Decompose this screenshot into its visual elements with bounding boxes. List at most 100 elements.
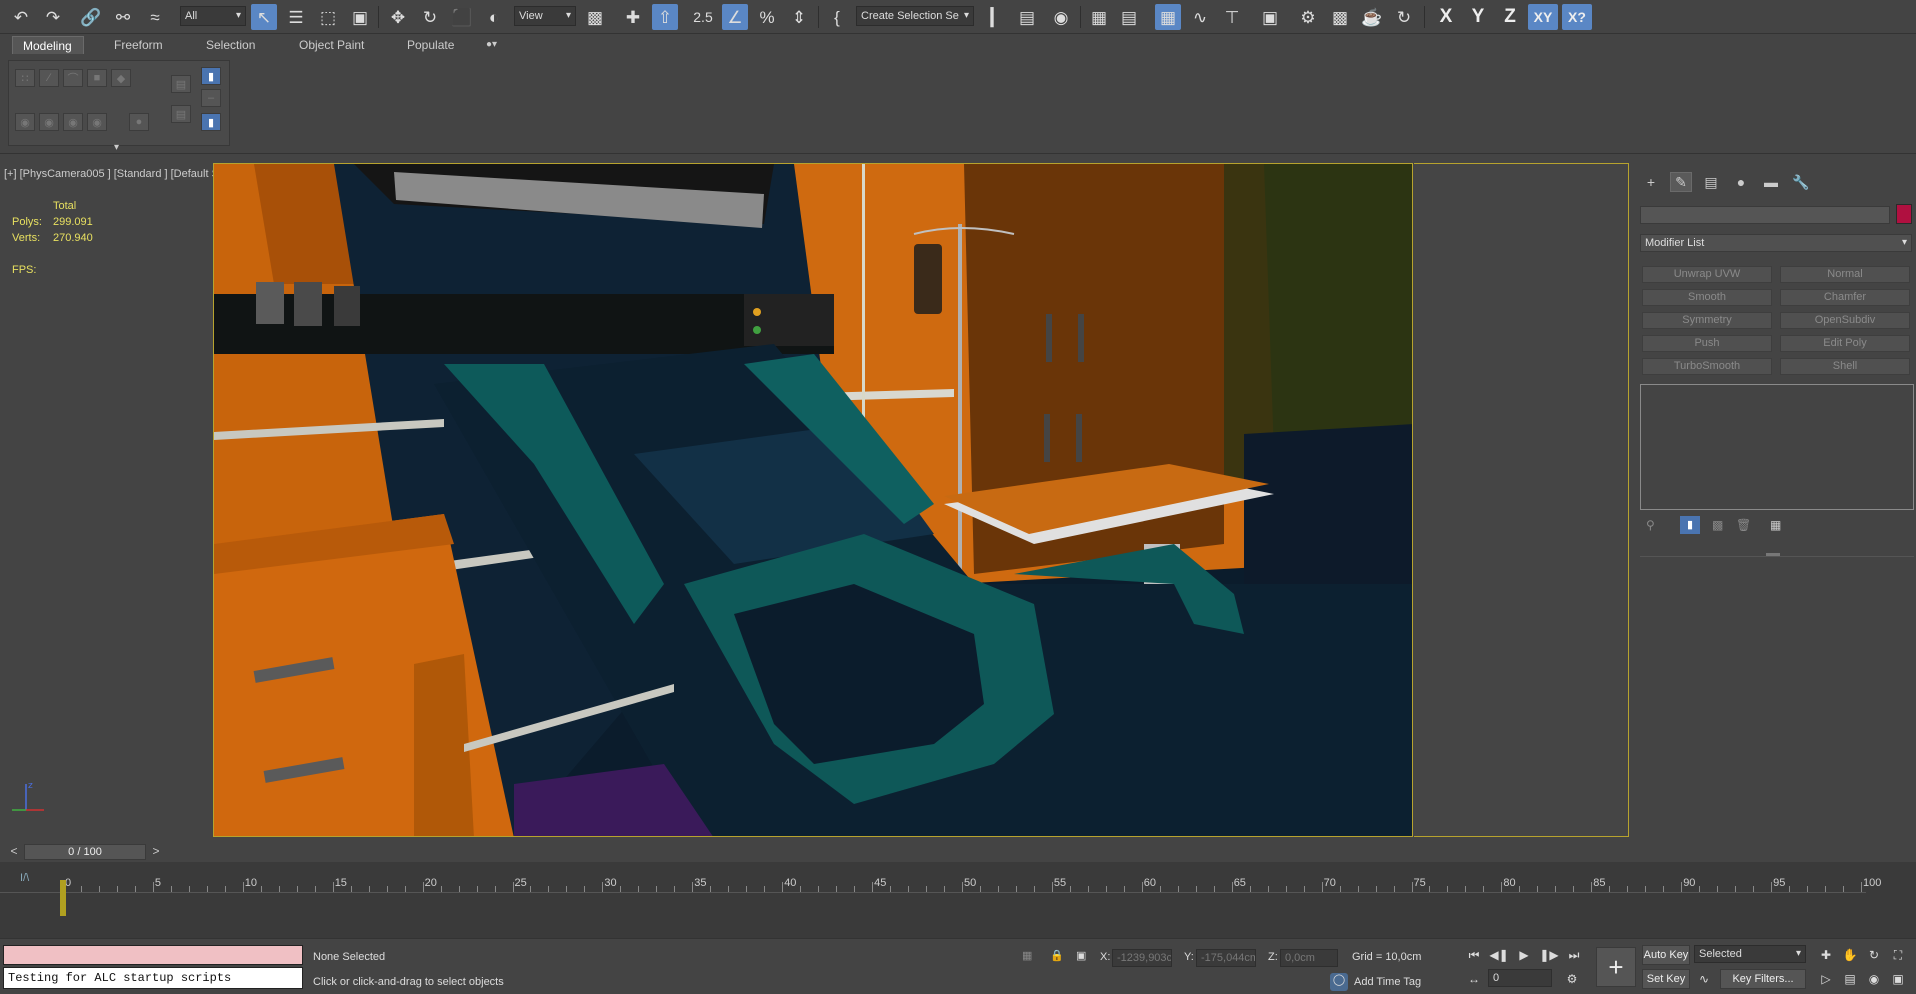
y-coordinate-field[interactable]: -175,044cm bbox=[1196, 949, 1256, 967]
modifier-chamfer-button[interactable]: Chamfer bbox=[1780, 289, 1910, 306]
percent-snap-icon[interactable]: % bbox=[754, 4, 780, 30]
pan-view-icon[interactable]: ✋ bbox=[1840, 945, 1860, 965]
make-unique-icon[interactable]: ▩ bbox=[1712, 518, 1723, 532]
tab-selection[interactable]: Selection bbox=[196, 36, 265, 54]
walk-through-icon[interactable]: ◉ bbox=[1864, 969, 1884, 989]
select-by-name-icon[interactable]: ☰ bbox=[283, 4, 309, 30]
modifier-smooth-button[interactable]: Smooth bbox=[1642, 289, 1772, 306]
x-coordinate-field[interactable]: -1239,903c bbox=[1112, 949, 1172, 967]
select-object-icon[interactable]: ↖ bbox=[251, 4, 277, 30]
set-keys-icon[interactable]: + bbox=[1596, 947, 1636, 987]
modifier-stack[interactable] bbox=[1640, 384, 1914, 510]
curve-editor-icon[interactable]: ∿ bbox=[1187, 4, 1213, 30]
selection-filter-dropdown[interactable]: All bbox=[180, 6, 246, 26]
ribbon-options-icon[interactable]: ●▾ bbox=[476, 36, 507, 54]
toggle-ribbon-icon[interactable]: ▤ bbox=[1116, 4, 1142, 30]
angle-snap-icon[interactable]: ∠ bbox=[722, 4, 748, 30]
place-icon[interactable]: ◐ bbox=[481, 4, 507, 30]
key-filters-button[interactable]: Key Filters... bbox=[1720, 969, 1806, 989]
modifier-edit-poly-button[interactable]: Edit Poly bbox=[1780, 335, 1910, 352]
maxscript-listener-input[interactable] bbox=[3, 945, 303, 965]
modifier-normal-button[interactable]: Normal bbox=[1780, 266, 1910, 283]
utilities-tab-icon[interactable]: 🔧 bbox=[1790, 172, 1812, 192]
modify-tab-icon[interactable]: ✎ bbox=[1670, 172, 1692, 192]
restrict-z-button[interactable]: Z bbox=[1496, 4, 1524, 30]
modifier-turbosmooth-button[interactable]: TurboSmooth bbox=[1642, 358, 1772, 375]
viewport-toggle-icon[interactable]: ▣ bbox=[1888, 969, 1908, 989]
field-of-view-icon[interactable]: ▤ bbox=[1840, 969, 1860, 989]
show-end-result-icon[interactable]: ▮ bbox=[1680, 516, 1700, 534]
use-displace-icon[interactable]: ▤ bbox=[171, 105, 191, 123]
tab-object-paint[interactable]: Object Paint bbox=[289, 36, 374, 54]
modifier-list-dropdown[interactable]: Modifier List ▾ bbox=[1640, 234, 1912, 252]
move-icon[interactable]: ✥ bbox=[385, 4, 411, 30]
go-to-end-icon[interactable]: ⏭ bbox=[1564, 945, 1584, 965]
tab-freeform[interactable]: Freeform bbox=[104, 36, 173, 54]
constraint-face-icon[interactable]: ▮ bbox=[201, 113, 221, 131]
restrict-y-button[interactable]: Y bbox=[1464, 4, 1492, 30]
next-key-icon[interactable]: ❚▶ bbox=[1539, 945, 1559, 965]
align-icon[interactable]: ▤ bbox=[1014, 4, 1040, 30]
unlink-icon[interactable]: ⚯ bbox=[110, 4, 136, 30]
play-camera-icon[interactable]: ▷ bbox=[1816, 969, 1836, 989]
time-configuration-icon[interactable]: ⚙ bbox=[1562, 969, 1582, 989]
key-selection-dropdown[interactable]: Selected ▾ bbox=[1694, 945, 1806, 963]
ribbon-expand-icon[interactable]: ▾ bbox=[114, 142, 119, 153]
link-icon[interactable]: 🔗 bbox=[78, 4, 104, 30]
key-tangent-icon[interactable]: ∿ bbox=[1694, 969, 1714, 989]
undo-icon[interactable]: ↶ bbox=[8, 4, 34, 30]
scale-icon[interactable]: ⬛ bbox=[449, 4, 475, 30]
modifier-push-button[interactable]: Push bbox=[1642, 335, 1772, 352]
reference-coordinate-dropdown[interactable]: View bbox=[514, 6, 576, 26]
render-activeshade-icon[interactable]: ↻ bbox=[1391, 4, 1417, 30]
restrict-xy-button[interactable]: XY bbox=[1528, 4, 1558, 30]
display-tab-icon[interactable]: ▬ bbox=[1760, 172, 1782, 192]
motion-tab-icon[interactable]: ● bbox=[1730, 172, 1752, 192]
modifier-shell-button[interactable]: Shell bbox=[1780, 358, 1910, 375]
current-frame-marker[interactable] bbox=[60, 880, 66, 916]
edit-named-selection-icon[interactable]: { bbox=[824, 4, 850, 30]
time-tag-icon[interactable]: ◯ bbox=[1330, 973, 1348, 991]
rollout-grip[interactable] bbox=[1766, 553, 1780, 556]
scene-explorer-icon[interactable]: ▦ bbox=[1155, 4, 1181, 30]
modifier-unwrap-uvw-button[interactable]: Unwrap UVW bbox=[1642, 266, 1772, 283]
spinner-snap-icon[interactable]: ⇕ bbox=[786, 4, 812, 30]
orbit-icon[interactable]: ↻ bbox=[1864, 945, 1884, 965]
next-frame-icon[interactable]: > bbox=[148, 844, 164, 860]
maximize-viewport-icon[interactable]: ⛶ bbox=[1888, 945, 1908, 965]
select-manipulate-icon[interactable]: ✚ bbox=[620, 4, 646, 30]
shrink-icon[interactable]: ◉ bbox=[39, 113, 59, 131]
previous-frame-icon[interactable]: < bbox=[6, 844, 22, 860]
schematic-view-icon[interactable]: ⊤ bbox=[1219, 4, 1245, 30]
soft-selection-icon[interactable]: ● bbox=[129, 113, 149, 131]
rotate-icon[interactable]: ↻ bbox=[417, 4, 443, 30]
previous-key-icon[interactable]: ◀❚ bbox=[1489, 945, 1509, 965]
quick-render-icon[interactable]: ◉ bbox=[1048, 4, 1074, 30]
hierarchy-tab-icon[interactable]: ▤ bbox=[1700, 172, 1722, 192]
maxscript-output-line[interactable]: Testing for ALC startup scripts bbox=[3, 967, 303, 989]
rectangular-selection-icon[interactable]: ⬚ bbox=[315, 4, 341, 30]
vertex-icon[interactable]: ∷ bbox=[15, 69, 35, 87]
modifier-symmetry-button[interactable]: Symmetry bbox=[1642, 312, 1772, 329]
configure-modifier-sets-icon[interactable]: ▦ bbox=[1770, 518, 1781, 532]
tab-modeling[interactable]: Modeling bbox=[12, 36, 84, 54]
named-selection-dropdown[interactable]: Create Selection Se bbox=[856, 6, 974, 26]
lock-selection-icon[interactable]: 🔒 bbox=[1050, 949, 1064, 962]
restrict-x-button[interactable]: X bbox=[1432, 4, 1460, 30]
create-tab-icon[interactable]: + bbox=[1640, 172, 1662, 192]
current-frame-field[interactable]: 0 bbox=[1488, 969, 1552, 987]
modify-mode-icon[interactable]: ▤ bbox=[171, 75, 191, 93]
material-editor-icon[interactable]: ▣ bbox=[1257, 4, 1283, 30]
keyboard-shortcut-override-icon[interactable]: ⇧ bbox=[652, 4, 678, 30]
loop-icon[interactable]: ◉ bbox=[63, 113, 83, 131]
mirror-icon[interactable]: ▎ bbox=[984, 4, 1010, 30]
key-mode-toggle-icon[interactable]: ↔ bbox=[1464, 969, 1484, 989]
constraint-edge-icon[interactable]: – bbox=[201, 89, 221, 107]
snaps-toggle-icon[interactable]: 2.5 bbox=[690, 4, 716, 30]
go-to-start-icon[interactable]: ⏮ bbox=[1464, 945, 1484, 965]
absolute-mode-icon[interactable]: ▣ bbox=[1076, 949, 1086, 962]
add-time-tag-button[interactable]: Add Time Tag bbox=[1354, 976, 1421, 988]
pivot-center-icon[interactable]: ▩ bbox=[582, 4, 608, 30]
play-icon[interactable]: ▶ bbox=[1514, 945, 1534, 965]
track-bar[interactable]: I/\ 0 5 10 15 20 25 30 35 40 45 50 55 60 65 70 75 80 85 90… bbox=[0, 862, 1916, 938]
